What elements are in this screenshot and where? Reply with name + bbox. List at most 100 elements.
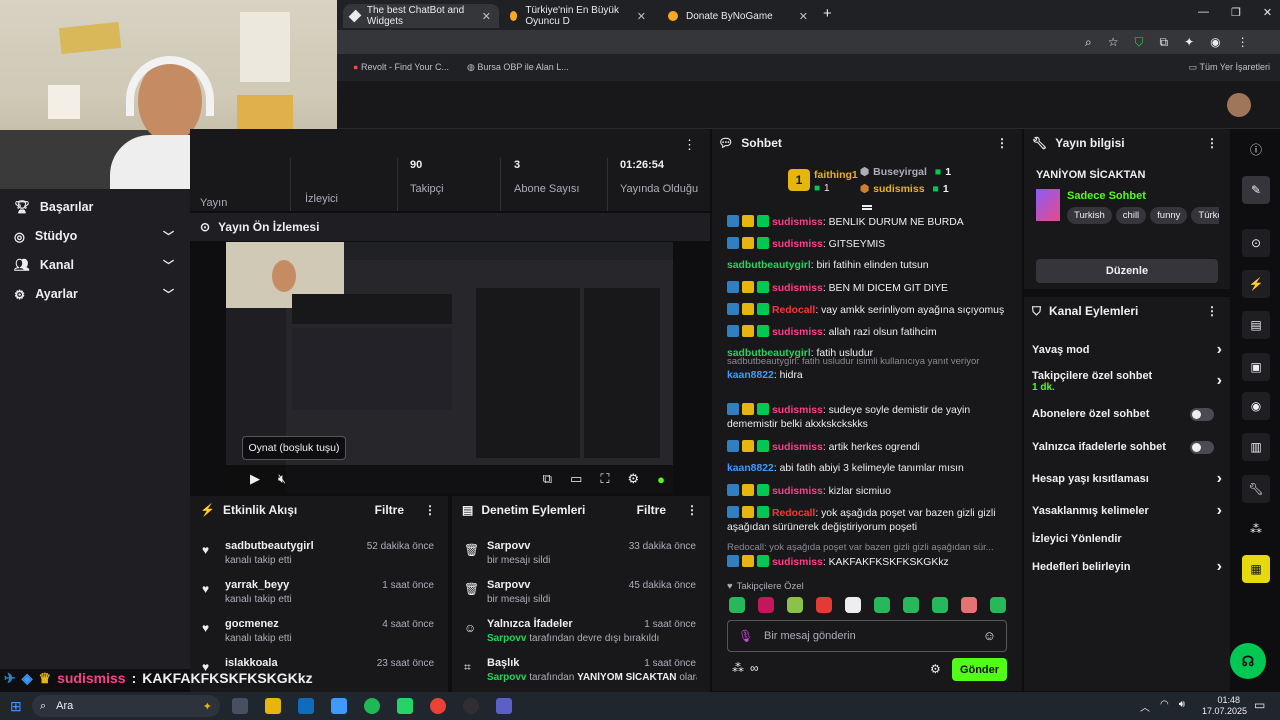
send-button[interactable]: Gönder (952, 658, 1007, 681)
chat-message[interactable]: kaan8822: abi fatih abiyi 3 kelimeyle ta… (727, 462, 1012, 476)
emote-icon[interactable] (874, 597, 890, 613)
emote-icon[interactable] (845, 597, 861, 613)
chat-username[interactable]: sadbutbeautygirl (727, 260, 811, 271)
category-name[interactable]: Sadece Sohbet (1067, 190, 1146, 202)
stream-preview-player[interactable]: Oynat (boşluk tuşu) ▶ 🔇︎ ⧉ ▭ ⛶ ⚙ ● (226, 242, 673, 493)
info-icon[interactable]: ⓘ (1242, 135, 1270, 163)
preview-toggle-icon[interactable]: ⊙ (1242, 229, 1270, 257)
star-icon[interactable]: ☆ (1108, 35, 1119, 50)
teams-icon[interactable] (496, 698, 512, 714)
chat-message[interactable]: sudismiss: BENLIK DURUM NE BURDA (727, 215, 1012, 230)
bookmark-bursa[interactable]: ◍ Bursa OBP ile Alan L... (467, 62, 569, 73)
chat-message[interactable]: kaan8822: hidra (727, 369, 1012, 383)
more-options-icon[interactable]: ⋮ (996, 136, 1008, 150)
shield-extension-icon[interactable]: ⛉ (1135, 35, 1144, 50)
pencil-icon[interactable]: ✎ (1242, 176, 1270, 204)
clapper-icon[interactable]: ▦ (1242, 555, 1270, 583)
support-button[interactable]: ☊ (1230, 643, 1266, 679)
emote-icon[interactable] (961, 597, 977, 613)
sidebar-item-channel[interactable]: 👥︎ Kanal ﹀ (0, 251, 190, 279)
notification-icon[interactable]: ▭ (1254, 698, 1265, 712)
chat-message[interactable]: sudismiss: KAKFAKFKSKFKSKGKkz (727, 555, 1012, 570)
chat-message[interactable]: sudismiss: kizlar sicmiuo (727, 484, 1012, 499)
chat-username[interactable]: Redocall (772, 508, 815, 519)
emote-icon[interactable] (903, 597, 919, 613)
close-window-icon[interactable]: ✕ (1263, 6, 1272, 19)
browser-tab-oyuncu[interactable]: Türkiye'nin En Büyük Oyuncu D ✕ (502, 4, 654, 28)
paw-icon[interactable]: ⁂ (732, 661, 744, 675)
emoji-picker-icon[interactable]: ☺ (983, 628, 996, 643)
emote-icon[interactable] (729, 597, 745, 613)
microphone-icon[interactable]: 🎙︎ (738, 629, 753, 643)
emote-icon[interactable] (932, 597, 948, 613)
whatsapp-icon[interactable] (397, 698, 413, 714)
close-tab-icon[interactable]: ✕ (799, 10, 808, 23)
new-tab-button[interactable]: + (823, 5, 832, 22)
browser-tab-chatbot[interactable]: The best ChatBot and Widgets ✕ (343, 4, 499, 28)
wifi-icon[interactable]: ◠ (1160, 699, 1169, 714)
activity-filter-button[interactable]: Filtre (375, 503, 404, 517)
toggle-switch[interactable] (1190, 408, 1214, 421)
chat-message[interactable]: sudismiss: GITSEYMIS (727, 237, 1012, 252)
channel-action-item[interactable]: Hesap yaşı kısıtlaması › (1032, 470, 1222, 487)
settings-icon[interactable]: ⚙ (627, 471, 639, 487)
channel-action-item[interactable]: Yasaklanmış kelimeler › (1032, 502, 1222, 519)
chat-username[interactable]: sudismiss (772, 239, 823, 250)
wrench-icon[interactable]: 🔧︎ (1242, 475, 1270, 503)
chat-message[interactable]: sudismiss: sudeye soyle demistir de yayi… (727, 403, 1012, 432)
chat-username[interactable]: sudismiss (772, 327, 823, 338)
volume-icon[interactable]: 🔊︎ (1179, 699, 1185, 714)
chat-username[interactable]: sudismiss (772, 486, 823, 497)
tag-chip[interactable]: chill (1115, 207, 1147, 224)
chat-message[interactable]: sadbutbeautygirl: biri fatihin elinden t… (727, 259, 1012, 273)
chat-message[interactable]: sudismiss: BEN MI DICEM GIT DIYE (727, 281, 1012, 296)
channel-action-item[interactable]: İzleyici Yönlendir (1032, 533, 1222, 545)
play-icon[interactable]: ▶ (250, 471, 260, 487)
chat-username[interactable]: Redocall (772, 305, 815, 316)
pip-icon[interactable]: ⧉ (543, 471, 552, 487)
store-icon[interactable] (331, 698, 347, 714)
collapse-handle-icon[interactable] (862, 205, 872, 207)
address-bar[interactable]: ⌕ ☆ ⛉ ⧉ ✦ ◉ ⋮ (337, 30, 1280, 54)
sidebar-item-achievements[interactable]: 🏆︎ Başarılar (0, 193, 190, 221)
tag-chip[interactable]: funny (1150, 207, 1188, 224)
chat-message[interactable]: Redocall: vay amkk serinliyom ayağına sı… (727, 303, 1012, 318)
channel-action-item[interactable]: Takipçilere özel sohbet 1 dk. › (1032, 370, 1222, 393)
restore-icon[interactable]: ❐ (1231, 6, 1241, 19)
more-options-icon[interactable]: ⋮ (424, 503, 436, 517)
channel-action-item[interactable]: Yalnızca ifadelerle sohbet (1032, 441, 1222, 454)
emote-icon[interactable] (758, 597, 774, 613)
windows-start-icon[interactable]: ⊞ (10, 698, 22, 715)
chat-username[interactable]: kaan8822 (727, 370, 774, 381)
chat-message[interactable]: sudismiss: allah razi olsun fatihcim (727, 325, 1012, 340)
browser-tab-donate[interactable]: Donate ByNoGame ✕ (660, 4, 816, 28)
channel-action-item[interactable]: Hedefleri belirleyin › (1032, 558, 1222, 575)
chat-username[interactable]: sudismiss (772, 405, 823, 416)
taskbar-search[interactable]: ⌕ Ara ✦ (32, 695, 220, 717)
menu-icon[interactable]: ⋮ (1237, 35, 1249, 50)
chevron-up-icon[interactable]: ︿ (1140, 699, 1150, 714)
more-options-icon[interactable]: ⋮ (1206, 304, 1218, 318)
chat-username[interactable]: sudismiss (772, 557, 823, 568)
clipboard-icon[interactable]: ▤ (1242, 311, 1270, 339)
close-tab-icon[interactable]: ✕ (637, 10, 646, 23)
more-options-icon[interactable]: ⋮ (683, 137, 696, 153)
toggle-switch[interactable] (1190, 441, 1214, 454)
chat-username[interactable]: sudismiss (772, 283, 823, 294)
task-view-icon[interactable] (232, 698, 248, 714)
paw-icon[interactable]: ⁂ (1242, 515, 1270, 543)
extensions-icon[interactable]: ⧉ (1160, 35, 1169, 50)
taskbar-clock[interactable]: 01:48 17.07.2025 (1202, 695, 1247, 717)
broadcast-icon[interactable]: ◉ (1242, 392, 1270, 420)
channel-action-item[interactable]: Abonelere özel sohbet (1032, 408, 1222, 421)
chat-input[interactable]: 🎙︎ Bir mesaj gönderin ☺ (727, 620, 1007, 652)
zoom-icon[interactable]: ⌕ (1085, 35, 1092, 50)
infinity-label[interactable]: ∞ (750, 661, 759, 675)
edit-button[interactable]: Düzenle (1036, 259, 1218, 283)
emote-icon[interactable] (816, 597, 832, 613)
theater-icon[interactable]: ▭ (570, 471, 582, 487)
profile-icon[interactable]: ◉ (1210, 35, 1220, 50)
sidebar-item-settings[interactable]: ⚙ Ayarlar ﹀ (0, 280, 190, 308)
channel-action-item[interactable]: Yavaş mod › (1032, 341, 1222, 358)
all-bookmarks[interactable]: ▭ Tüm Yer İşaretleri (1189, 62, 1270, 73)
